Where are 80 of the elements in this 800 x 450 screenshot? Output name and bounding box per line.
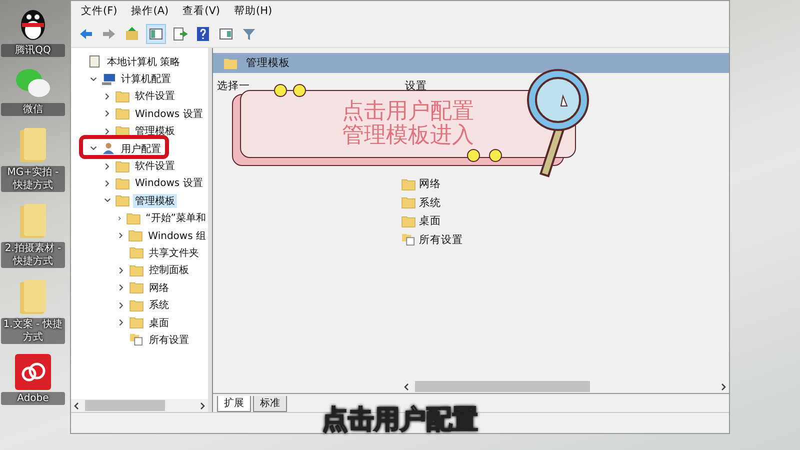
tree-item[interactable]: 软件设置 xyxy=(133,89,177,104)
export-list-icon[interactable] xyxy=(171,25,189,43)
folder-icon xyxy=(401,196,416,210)
tree-item[interactable]: 用户配置 xyxy=(119,142,163,156)
folder-icon xyxy=(115,194,130,208)
settings-list-icon xyxy=(401,233,416,246)
folder-icon xyxy=(129,246,144,260)
folder-icon xyxy=(401,214,416,228)
menu-item[interactable]: 操作(A) xyxy=(131,4,169,18)
scroll-document-icon xyxy=(87,55,102,68)
tree-item[interactable]: 所有设置 xyxy=(147,332,191,347)
horizontal-scrollbar[interactable] xyxy=(401,380,729,393)
folder-icon xyxy=(126,212,141,225)
tree-item[interactable]: Windows 设置 xyxy=(133,106,205,121)
tree-item[interactable]: 管理模板 xyxy=(133,124,177,138)
tree-item[interactable]: 计算机配置 xyxy=(119,72,173,86)
folder-up-icon[interactable] xyxy=(123,25,141,43)
tree-item[interactable]: 软件设置 xyxy=(133,159,177,174)
column-header[interactable]: 设置 xyxy=(401,79,427,93)
tree-item[interactable]: Windows 设置 xyxy=(133,176,205,190)
chevron-right-icon[interactable] xyxy=(117,231,126,240)
folder-icon xyxy=(129,316,144,330)
tree-item[interactable]: 网络 xyxy=(147,280,171,295)
callout-text: 管理模板进入 xyxy=(342,124,474,148)
horizontal-scrollbar[interactable] xyxy=(71,399,208,412)
folder-icon xyxy=(129,281,144,294)
folder-icon xyxy=(129,264,144,277)
chevron-right-icon[interactable] xyxy=(103,92,112,101)
description-text: 选择一 xyxy=(217,80,250,92)
subtitle-text: 点击用户配置 xyxy=(322,404,478,437)
chevron-right-icon[interactable] xyxy=(103,178,112,188)
list-item[interactable]: 桌面 xyxy=(419,214,441,228)
folder-icon xyxy=(401,178,416,191)
desktop-icon-label[interactable]: 腾讯QQ xyxy=(1,44,65,57)
folder-icon xyxy=(115,107,130,120)
tree-item[interactable]: 本地计算机 策略 xyxy=(105,54,182,69)
view-tab[interactable]: 标准 xyxy=(253,396,287,412)
view-tab[interactable]: 扩展 xyxy=(217,396,251,412)
list-item[interactable]: 所有设置 xyxy=(419,232,463,247)
folder-icon xyxy=(128,229,144,242)
menu-item[interactable]: 帮助(H) xyxy=(234,4,272,18)
menu-item[interactable]: 查看(V) xyxy=(182,4,220,18)
pane-title: 管理模板 xyxy=(246,56,290,70)
chevron-right-icon[interactable] xyxy=(103,109,112,118)
folder-icon xyxy=(115,176,130,190)
folder-icon xyxy=(115,90,130,103)
tree-pane-icon[interactable] xyxy=(146,24,166,44)
desktop-icon-label[interactable]: 1.文案 - 快捷方式 xyxy=(1,318,65,344)
folder-icon xyxy=(115,160,130,173)
settings-list-icon xyxy=(129,333,144,346)
tree-item[interactable]: 桌面 xyxy=(147,316,171,330)
tree-item[interactable]: 管理模板 xyxy=(133,194,177,208)
folder-icon xyxy=(115,124,130,138)
chevron-down-icon[interactable] xyxy=(89,74,98,84)
list-item[interactable]: 系统 xyxy=(419,196,441,210)
folder-icon xyxy=(223,56,238,70)
desktop-icon-label[interactable]: 微信 xyxy=(1,103,65,116)
tree-item[interactable]: 系统 xyxy=(147,298,171,312)
chevron-right-icon[interactable] xyxy=(117,300,126,310)
chevron-right-icon[interactable] xyxy=(117,266,126,275)
callout-text: 点击用户配置 xyxy=(342,100,474,124)
desktop-icon-label[interactable]: MG+实拍 - 快捷方式 xyxy=(1,166,65,192)
adobe-cloud-icon[interactable] xyxy=(15,354,51,390)
tree-item[interactable]: 共享文件夹 xyxy=(147,246,201,260)
chevron-right-icon[interactable] xyxy=(117,214,123,223)
help-icon[interactable] xyxy=(194,25,212,43)
tree-item[interactable]: “开始”菜单和 xyxy=(144,211,208,226)
computer-icon xyxy=(101,72,116,86)
user-icon xyxy=(101,142,116,156)
desktop-icon-label[interactable]: 2.拍摄素材 - 快捷方式 xyxy=(1,242,65,268)
tree-item[interactable]: Windows 组 xyxy=(146,228,208,243)
folder-icon xyxy=(129,298,144,312)
chevron-right-icon[interactable] xyxy=(103,126,112,136)
menu-item[interactable]: 文件(F) xyxy=(81,4,118,18)
desktop-icon-label[interactable]: Adobe xyxy=(1,392,65,405)
chevron-right-icon[interactable] xyxy=(117,318,126,328)
tree-item[interactable]: 控制面板 xyxy=(147,263,191,278)
chevron-right-icon[interactable] xyxy=(103,162,112,171)
list-item[interactable]: 网络 xyxy=(419,177,441,192)
chevron-right-icon[interactable] xyxy=(117,283,126,292)
